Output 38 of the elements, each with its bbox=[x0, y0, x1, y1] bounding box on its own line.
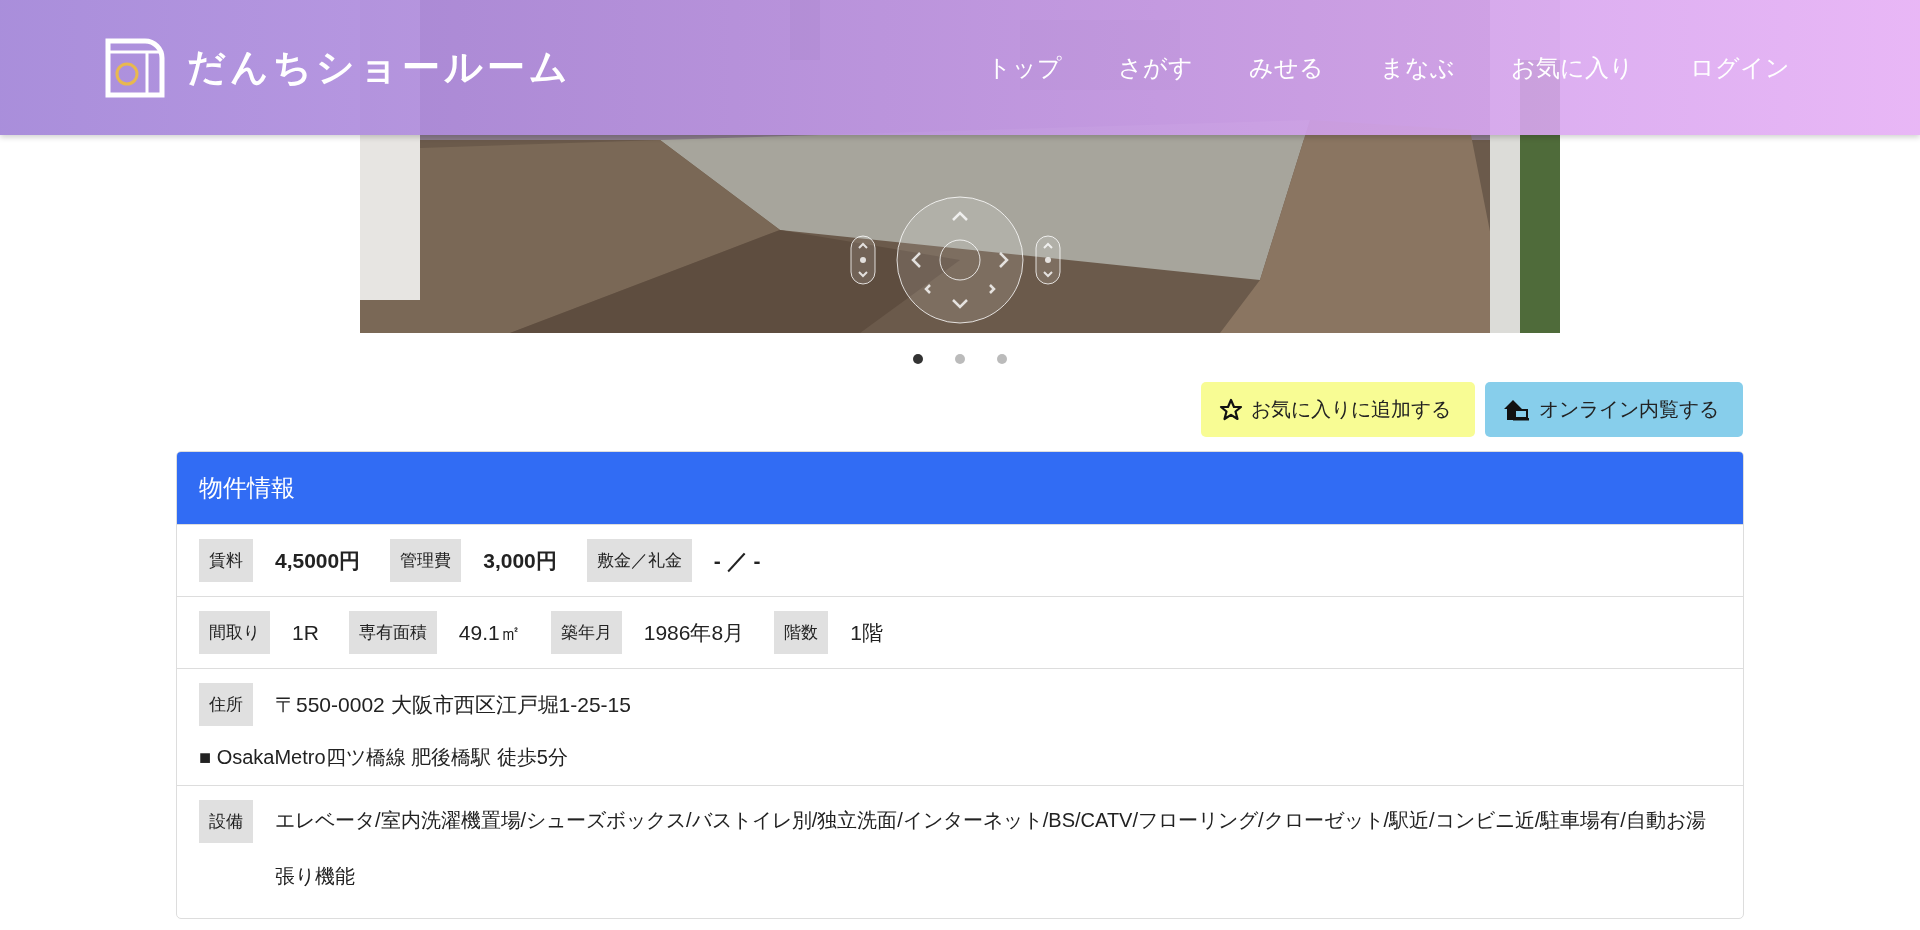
field-value: 1階 bbox=[850, 619, 883, 646]
field-label: 住所 bbox=[199, 683, 253, 726]
zoom-control-icon[interactable] bbox=[1035, 235, 1061, 285]
field-value: 4,5000円 bbox=[275, 547, 361, 574]
field-label: 階数 bbox=[774, 611, 829, 654]
field-label: 専有面積 bbox=[348, 611, 437, 654]
field-value: 3,000円 bbox=[483, 547, 557, 574]
add-favorite-button[interactable]: お気に入りに追加する bbox=[1201, 382, 1475, 437]
nav-link[interactable]: まなぶ bbox=[1380, 51, 1455, 84]
zoom-control-icon[interactable] bbox=[850, 235, 876, 285]
nav-link[interactable]: さがす bbox=[1118, 51, 1193, 84]
field-label: 賃料 bbox=[199, 539, 253, 582]
equipment-text: エレベータ/室内洗濯機置場/シューズボックス/バストイレ別/独立洗面/インターネット/BS/CATV/フローリング/クローゼット/駅近/コンビニ近/駐車場有/自動お湯張り機能 bbox=[275, 808, 1707, 889]
field-label: 間取り bbox=[199, 611, 270, 654]
carousel-dot[interactable] bbox=[997, 354, 1007, 364]
field-value: 1986年8月 bbox=[643, 619, 745, 646]
field-label: 設備 bbox=[199, 800, 253, 843]
field-value: 1R bbox=[292, 620, 319, 645]
nav-link[interactable]: みせる bbox=[1249, 51, 1324, 84]
field-value: 49.1㎡ bbox=[458, 619, 521, 646]
nav-link[interactable]: ログイン bbox=[1690, 51, 1790, 84]
station-text: ■ OsakaMetro四ツ橋線 肥後橋駅 徒歩5分 bbox=[199, 745, 569, 770]
carousel-dot[interactable] bbox=[913, 354, 923, 364]
online-tour-button[interactable]: オンライン内覧する bbox=[1485, 382, 1743, 437]
pan-control-icon[interactable] bbox=[895, 195, 1025, 325]
card-title: 物件情報 bbox=[177, 452, 1743, 524]
site-logo[interactable]: だんちショールーム bbox=[187, 42, 572, 93]
carousel-dot[interactable] bbox=[955, 354, 965, 364]
field-label: 築年月 bbox=[550, 611, 622, 654]
nav-link[interactable]: お気に入り bbox=[1511, 51, 1634, 84]
nav-link[interactable]: トップ bbox=[987, 51, 1062, 84]
address-text: 〒550-0002 大阪市西区江戸堀1-25-15 bbox=[275, 691, 631, 718]
house-laptop-icon bbox=[1503, 397, 1531, 422]
field-label: 管理費 bbox=[390, 539, 462, 582]
field-label: 敷金／礼金 bbox=[586, 539, 692, 582]
logo-icon bbox=[105, 37, 165, 98]
field-value: - ／ - bbox=[713, 547, 761, 574]
star-icon bbox=[1219, 397, 1243, 422]
